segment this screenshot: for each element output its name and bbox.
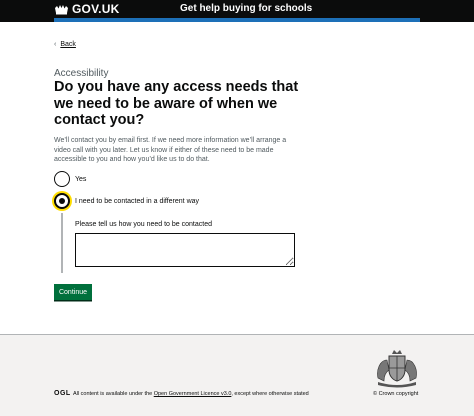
radio-yes-circle[interactable] — [54, 171, 70, 187]
chevron-left-icon: ‹ — [54, 41, 57, 48]
radio-different-way[interactable]: I need to be contacted in a different wa… — [54, 193, 199, 209]
licence-text: All content is available under the Open … — [73, 391, 309, 397]
licence-suffix: , except where otherwise stated — [231, 391, 309, 397]
conditional-reveal-border — [61, 213, 63, 273]
radio-yes-label: Yes — [75, 175, 87, 183]
header-blue-bar — [54, 18, 420, 22]
logo-text: GOV.UK — [72, 2, 120, 16]
ogl-logo: OGL — [54, 390, 71, 397]
licence-prefix: All content is available under the — [73, 391, 154, 397]
continue-button[interactable]: Continue — [54, 284, 92, 300]
contact-method-label: Please tell us how you need to be contac… — [75, 221, 212, 228]
hint-text: We’ll contact you by email first. If we … — [54, 137, 287, 163]
contact-method-textarea[interactable] — [75, 233, 295, 267]
royal-coat-of-arms-icon — [377, 350, 417, 388]
service-name-link[interactable]: Get help buying for schools — [180, 3, 312, 14]
crown-copyright-link[interactable]: © Crown copyright — [373, 391, 418, 397]
radio-different-way-label: I need to be contacted in a different wa… — [75, 197, 200, 205]
page-title: Do you have any access needs that we nee… — [54, 79, 299, 128]
page-caption: Accessibility — [54, 68, 109, 79]
crown-icon — [55, 5, 68, 15]
radio-yes[interactable]: Yes — [54, 171, 86, 187]
radio-different-way-circle[interactable] — [54, 193, 70, 209]
govuk-logo-link[interactable]: GOV.UK — [54, 2, 119, 16]
back-link[interactable]: ‹ Back — [54, 41, 76, 48]
back-link-label: Back — [60, 41, 76, 48]
licence-link[interactable]: Open Government Licence v3.0 — [154, 391, 232, 397]
